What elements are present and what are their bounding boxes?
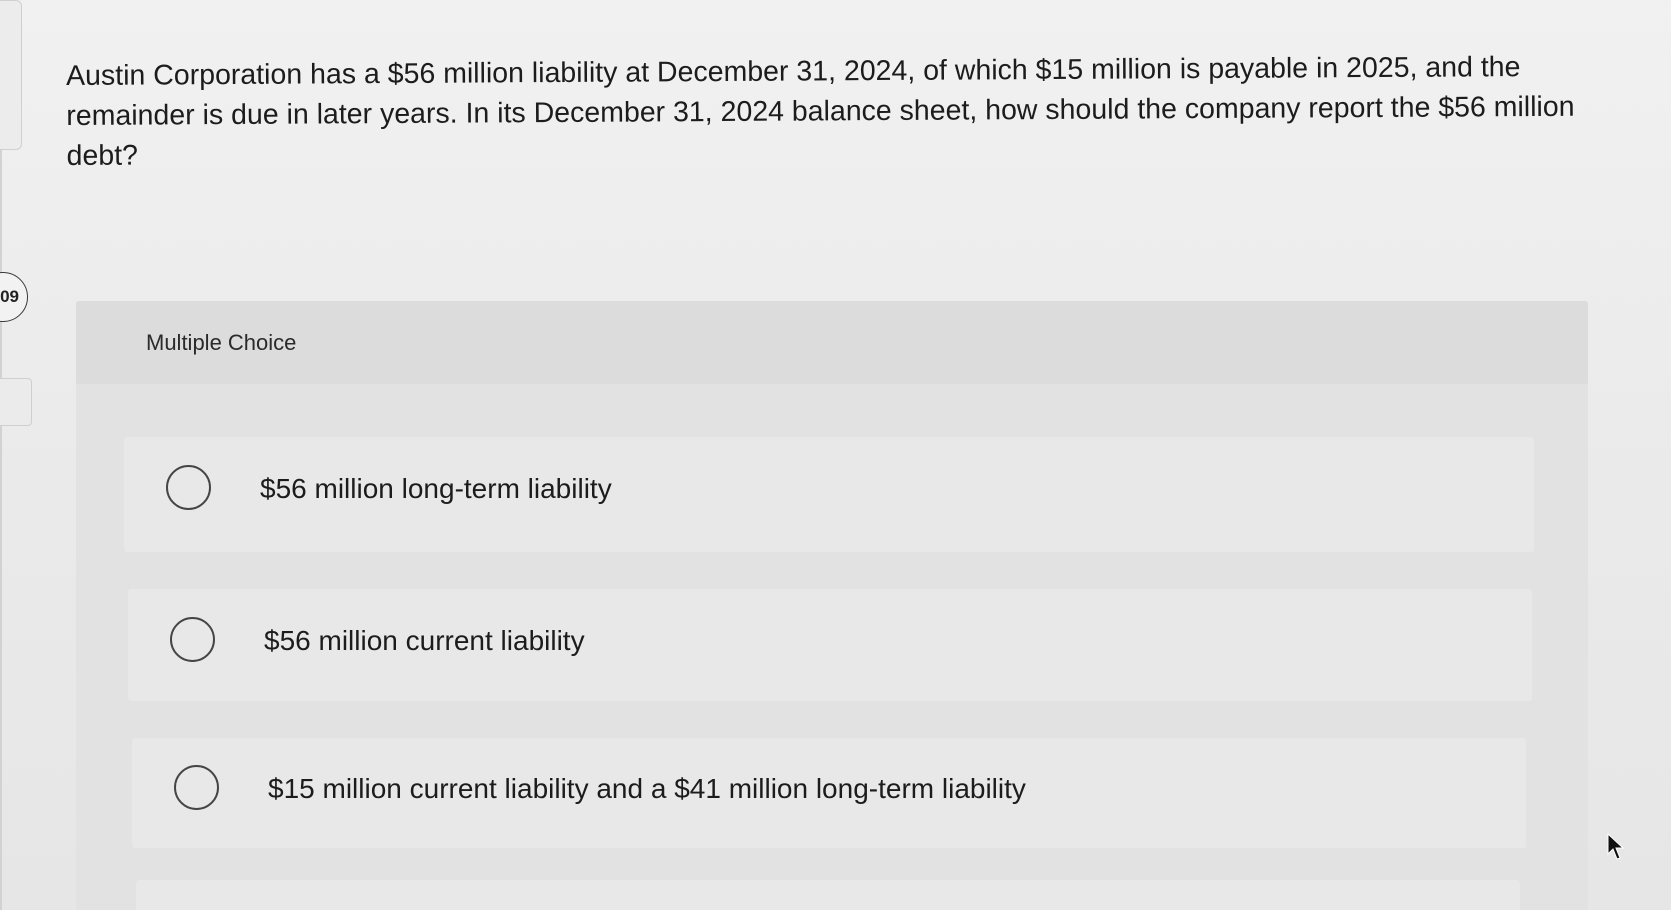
question-number-badge[interactable]: 09 [0, 272, 28, 322]
answer-option-4-partial[interactable] [136, 880, 1520, 910]
multiple-choice-label: Multiple Choice [146, 330, 297, 355]
answer-option-3[interactable]: $15 million current liability and a $41 … [132, 738, 1526, 848]
radio-unselected-icon[interactable] [174, 765, 219, 810]
mouse-pointer-icon [1607, 832, 1625, 860]
left-nav-tab[interactable] [0, 0, 22, 150]
answer-option-text: $15 million current liability and a $41 … [268, 773, 1026, 804]
question-number-label: 09 [0, 287, 19, 306]
multiple-choice-header [76, 301, 1588, 384]
answer-option-1[interactable]: $56 million long-term liability [124, 437, 1534, 552]
question-prompt: Austin Corporation has a $56 million lia… [66, 51, 1575, 172]
radio-unselected-icon[interactable] [166, 465, 211, 510]
radio-unselected-icon[interactable] [170, 617, 215, 662]
answer-option-text: $56 million long-term liability [260, 473, 612, 504]
left-nav-small-tab[interactable] [0, 378, 32, 426]
answer-option-text: $56 million current liability [264, 625, 585, 656]
answer-option-2[interactable]: $56 million current liability [128, 589, 1532, 701]
